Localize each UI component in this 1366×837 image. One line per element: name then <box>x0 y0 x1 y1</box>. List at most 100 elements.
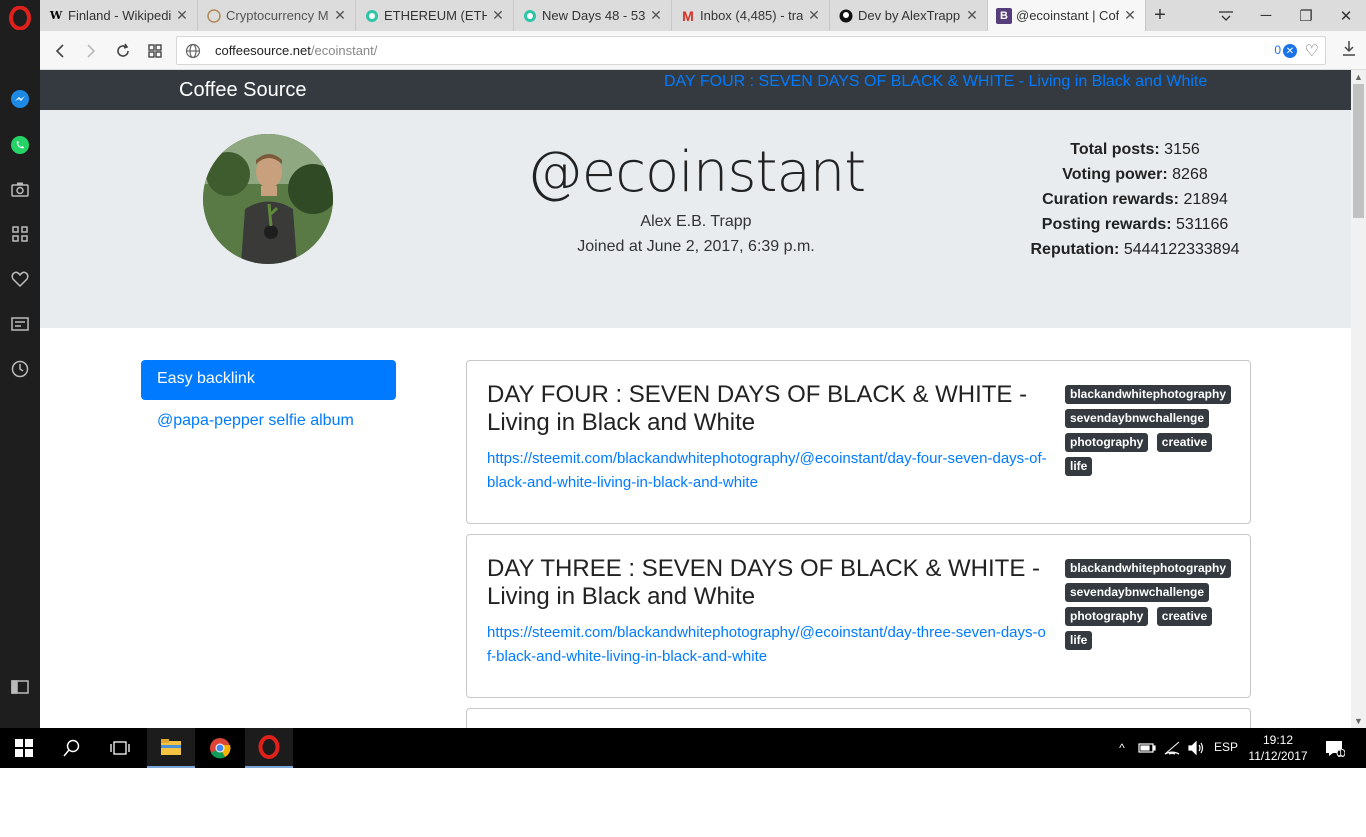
whatsapp-icon[interactable] <box>8 133 32 157</box>
wikipedia-favicon-icon: W <box>49 9 63 22</box>
stat-value: 8268 <box>1172 166 1208 183</box>
tab-wikipedia[interactable]: W Finland - Wikipedia ✕ <box>40 0 198 31</box>
close-window-icon[interactable]: ✕ <box>1326 0 1366 31</box>
easy-backlink-menu-item[interactable]: Easy backlink <box>141 360 396 400</box>
globe-icon[interactable] <box>185 43 201 64</box>
post-card: DAY FOUR : SEVEN DAYS OF BLACK & WHITE -… <box>466 360 1251 524</box>
stat-value: 3156 <box>1164 141 1200 158</box>
tab-label: Cryptocurrency Ma <box>226 8 329 23</box>
tab-ethereum[interactable]: ETHEREUM (ETH) Te ✕ <box>356 0 514 31</box>
profile-joined-date: Joined at June 2, 2017, 6:39 p.m. <box>577 238 815 255</box>
page-scrollbar[interactable]: ▲ ▼ <box>1351 70 1366 728</box>
download-icon[interactable] <box>1342 40 1356 61</box>
tab-cryptocurrency[interactable]: Cryptocurrency Ma ✕ <box>198 0 356 31</box>
reload-icon[interactable] <box>110 38 136 64</box>
tab-new-days[interactable]: New Days 48 - 53 a ✕ <box>514 0 672 31</box>
post-card: DAY THREE : SEVEN DAYS OF BLACK & WHITE … <box>466 534 1251 698</box>
file-explorer-icon[interactable] <box>147 728 195 768</box>
tab-label: Inbox (4,485) - trap <box>700 8 803 23</box>
language-indicator[interactable]: ESP <box>1214 740 1238 754</box>
tag-badge[interactable]: blackandwhitephotography <box>1065 385 1232 404</box>
stat-reputation: Reputation: 5444122333894 <box>985 237 1285 262</box>
battery-icon[interactable] <box>1134 728 1160 768</box>
scroll-up-icon[interactable]: ▲ <box>1351 70 1366 84</box>
tab-ecoinstant[interactable]: B @ecoinstant | Coffe ✕ <box>988 0 1146 31</box>
new-tab-icon[interactable]: + <box>1140 0 1180 31</box>
tab-label: ETHEREUM (ETH) Te <box>384 8 487 23</box>
clock[interactable]: 19:12 11/12/2017 <box>1246 732 1310 764</box>
post-link[interactable]: https://steemit.com/blackandwhitephotogr… <box>487 447 1047 495</box>
search-icon[interactable] <box>48 728 96 768</box>
url-text[interactable]: coffeesource.net/ecoinstant/ <box>215 43 377 58</box>
tag-badge[interactable]: life <box>1065 457 1093 476</box>
navbar-post-link[interactable]: DAY FOUR : SEVEN DAYS OF BLACK & WHITE -… <box>664 73 1207 91</box>
tab-github[interactable]: Dev by AlexTrapp · ✕ <box>830 0 988 31</box>
tab-close-icon[interactable]: ✕ <box>491 7 505 24</box>
post-link[interactable]: https://steemit.com/blackandwhitephotogr… <box>487 621 1047 669</box>
messenger-icon[interactable] <box>8 87 32 111</box>
scroll-down-icon[interactable]: ▼ <box>1351 714 1366 728</box>
tab-menu-icon[interactable] <box>1206 0 1246 31</box>
back-icon[interactable] <box>47 38 73 64</box>
screen: W Finland - Wikipedia ✕ Cryptocurrency M… <box>0 0 1366 768</box>
site-brand[interactable]: Coffee Source <box>179 79 307 102</box>
tab-close-icon[interactable]: ✕ <box>175 7 189 24</box>
post-card-partial <box>466 708 1251 728</box>
heart-bookmarks-icon[interactable] <box>8 267 32 291</box>
volume-icon[interactable] <box>1184 728 1208 768</box>
post-tags: blackandwhitephotography sevendaybnwchal… <box>1065 385 1245 481</box>
tab-close-icon[interactable]: ✕ <box>649 7 663 24</box>
tabs-grid-icon[interactable] <box>142 38 168 64</box>
tab-close-icon[interactable]: ✕ <box>965 7 979 24</box>
tab-label: New Days 48 - 53 a <box>542 8 645 23</box>
restore-icon[interactable]: ❐ <box>1286 0 1326 31</box>
post-title: DAY THREE : SEVEN DAYS OF BLACK & WHITE … <box>487 555 1041 610</box>
stat-value: 531166 <box>1176 216 1229 233</box>
bootstrap-favicon-icon: B <box>996 7 1012 24</box>
tag-badge[interactable]: blackandwhitephotography <box>1065 559 1232 578</box>
chrome-icon[interactable] <box>196 728 244 768</box>
tag-badge[interactable]: life <box>1065 631 1093 650</box>
profile-full-name: Alex E.B. Trapp <box>640 213 752 230</box>
adblock-icon[interactable]: ✕ <box>1283 44 1297 58</box>
opera-logo-icon[interactable] <box>8 6 32 30</box>
tag-badge[interactable]: photography <box>1065 607 1149 626</box>
url-field[interactable]: coffeesource.net/ecoinstant/ 0 ✕ ♡ <box>176 36 1326 65</box>
windows-start-icon[interactable] <box>0 728 48 768</box>
minimize-icon[interactable]: ─ <box>1246 0 1286 31</box>
stat-value: 21894 <box>1183 191 1228 208</box>
steem-favicon-icon <box>522 8 538 24</box>
sidebar-toggle-icon[interactable] <box>8 675 32 699</box>
tray-chevron-icon[interactable]: ^ <box>1111 728 1133 768</box>
notification-count: 1 <box>1338 748 1344 758</box>
windows-taskbar: ^ ESP 19:12 11/12/2017 1 <box>0 728 1366 768</box>
web-page: Coffee Source DAY FOUR : SEVEN DAYS OF B… <box>40 70 1351 728</box>
profile-stats: Total posts: 3156 Voting power: 8268 Cur… <box>985 137 1285 262</box>
news-icon[interactable] <box>8 312 32 336</box>
tab-close-icon[interactable]: ✕ <box>333 7 347 24</box>
stat-label: Curation rewards: <box>1042 191 1179 208</box>
tag-badge[interactable]: photography <box>1065 433 1149 452</box>
wifi-icon[interactable] <box>1160 728 1184 768</box>
speed-dial-icon[interactable] <box>8 222 32 246</box>
scroll-thumb[interactable] <box>1353 84 1364 218</box>
opera-taskbar-icon[interactable] <box>245 728 293 768</box>
url-path: /ecoinstant/ <box>310 43 378 58</box>
task-view-icon[interactable] <box>96 728 144 768</box>
tag-badge[interactable]: creative <box>1156 607 1213 626</box>
notifications-icon[interactable]: 1 <box>1320 728 1350 768</box>
forward-icon[interactable] <box>78 38 104 64</box>
tag-badge[interactable]: creative <box>1156 433 1213 452</box>
tab-close-icon[interactable]: ✕ <box>807 7 821 24</box>
history-icon[interactable] <box>8 357 32 381</box>
tag-badge[interactable]: sevendaybnwchallenge <box>1065 409 1210 428</box>
tab-inbox[interactable]: M Inbox (4,485) - trap ✕ <box>672 0 830 31</box>
stat-label: Voting power: <box>1062 166 1168 183</box>
bookmark-heart-icon[interactable]: ♡ <box>1305 41 1319 61</box>
papa-pepper-album-link[interactable]: @papa-pepper selfie album <box>157 412 354 430</box>
stat-voting-power: Voting power: 8268 <box>985 162 1285 187</box>
tab-close-icon[interactable]: ✕ <box>1123 7 1137 24</box>
tag-badge[interactable]: sevendaybnwchallenge <box>1065 583 1210 602</box>
camera-icon[interactable] <box>8 177 32 201</box>
site-navbar: Coffee Source DAY FOUR : SEVEN DAYS OF B… <box>40 70 1351 110</box>
